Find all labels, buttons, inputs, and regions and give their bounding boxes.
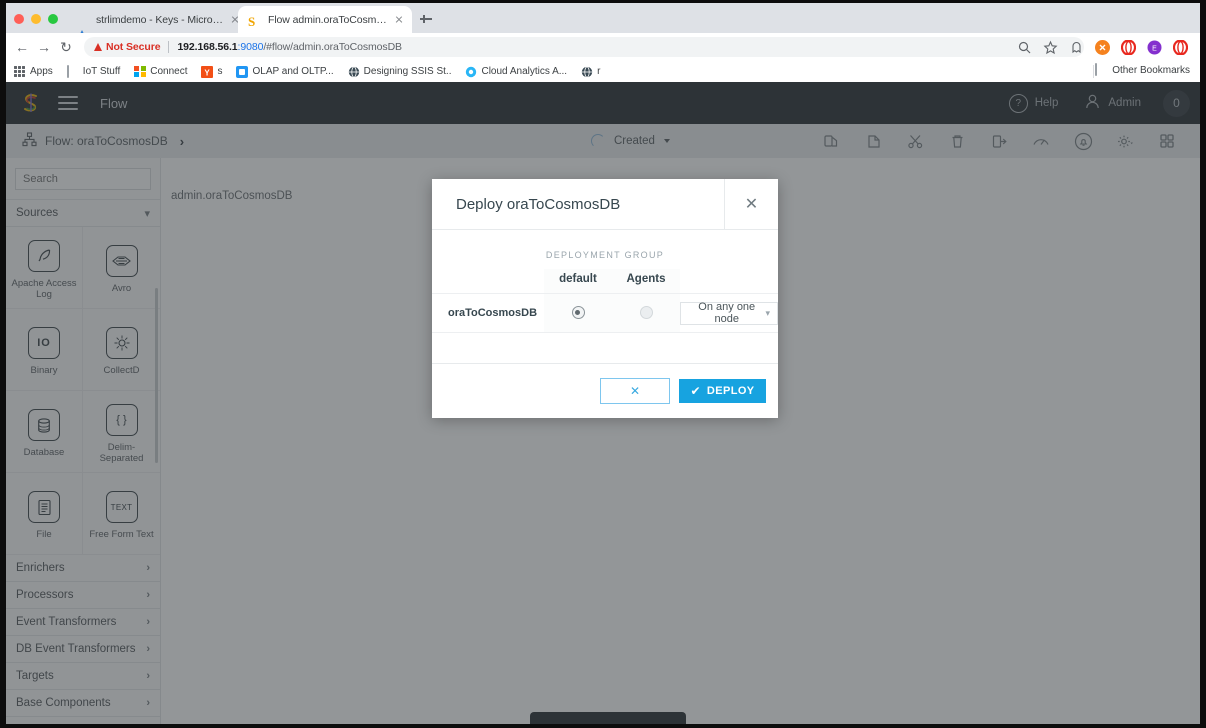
bookmark-item-apps[interactable]: Apps <box>14 65 53 78</box>
back-button[interactable]: ← <box>14 39 30 55</box>
deploy-button-label: DEPLOY <box>706 385 755 397</box>
table-row: oraToCosmosDB On any one node ▾ <box>432 293 778 333</box>
bookmark-label: r <box>597 66 601 77</box>
bookmark-item-iot-stuff[interactable]: IoT Stuff <box>66 64 121 78</box>
omnibox-divider <box>168 41 170 53</box>
browser-tab-active[interactable]: S Flow admin.oraToCosmosDB <box>238 6 412 33</box>
dialog-header: Deploy oraToCosmosDB ✕ <box>432 179 778 230</box>
deploy-dialog: Deploy oraToCosmosDB ✕ DEPLOYMENT GROUP … <box>432 179 778 418</box>
globe-icon <box>581 65 593 78</box>
tab-close-icon[interactable] <box>392 13 406 27</box>
apps-grid-icon <box>14 65 26 78</box>
profile-avatar[interactable]: E <box>1147 40 1162 55</box>
window-traffic-lights[interactable] <box>14 14 58 24</box>
bookmark-star-icon[interactable] <box>1043 40 1058 55</box>
column-header-default: default <box>544 269 612 294</box>
not-secure-label: Not Secure <box>106 41 161 53</box>
bookmark-item-connect[interactable]: Connect <box>134 65 188 78</box>
other-bookmarks-label: Other Bookmarks <box>1112 64 1190 76</box>
tab-title: Flow admin.oraToCosmosDB <box>268 13 392 26</box>
extension-ghost-icon[interactable] <box>1069 40 1084 55</box>
bookmark-label: Connect <box>150 66 188 77</box>
tab-title: strlimdemo - Keys - Microsoft <box>96 13 228 26</box>
bookmark-label: Cloud Analytics A... <box>481 66 568 77</box>
screen-root: strlimdemo - Keys - Microsoft S Flow adm… <box>0 0 1206 728</box>
chevron-down-icon: ▾ <box>765 307 770 318</box>
dialog-body: DEPLOYMENT GROUP default Agents oraToCos… <box>432 230 778 363</box>
reload-button[interactable]: ↻ <box>58 39 74 55</box>
cyan-circle-icon <box>465 66 477 78</box>
address-bar[interactable]: Not Secure 192.168.56.1:9080/#flow/admin… <box>84 37 1084 57</box>
url-path: /#flow/admin.oraToCosmosDB <box>263 41 402 53</box>
extension-orange-icon[interactable] <box>1095 39 1110 55</box>
svg-text:Y: Y <box>205 68 211 77</box>
bookmark-item-r[interactable]: r <box>581 65 601 78</box>
check-icon: ✔ <box>690 384 701 398</box>
azure-icon <box>76 12 90 42</box>
globe-icon <box>348 65 360 78</box>
other-bookmarks-button[interactable]: Other Bookmarks <box>1095 63 1190 76</box>
browser-tab-inactive[interactable]: strlimdemo - Keys - Microsoft <box>66 6 248 42</box>
url-port: :9080 <box>237 41 264 53</box>
row-app-name: oraToCosmosDB <box>432 293 544 333</box>
browser-tabstrip: strlimdemo - Keys - Microsoft S Flow adm… <box>6 3 1200 42</box>
new-tab-button[interactable] <box>418 11 434 27</box>
opera-icon[interactable] <box>1120 38 1137 56</box>
bookmark-item-cloud-analytics[interactable]: Cloud Analytics A... <box>465 66 567 78</box>
microsoft-icon <box>134 65 146 78</box>
radio-default[interactable] <box>571 306 585 320</box>
browser-toolbar: ← → ↻ Not Secure 192.168.56.1:9080/#flow… <box>6 33 1200 61</box>
bookmarks-divider <box>1093 65 1094 78</box>
radio-cell-default[interactable] <box>544 293 612 333</box>
forward-button[interactable]: → <box>36 39 52 55</box>
dialog-footer: ✕ ✔ DEPLOY <box>432 363 778 418</box>
url-text: 192.168.56.1:9080/#flow/admin.oraToCosmo… <box>177 41 402 53</box>
window-border-right <box>1200 0 1206 728</box>
dialog-title: Deploy oraToCosmosDB <box>456 195 621 213</box>
folder-icon <box>1095 63 1107 76</box>
minimize-window-button[interactable] <box>31 14 41 24</box>
node-distribution-value: On any one node <box>698 301 756 325</box>
bookmark-item-ssis[interactable]: Designing SSIS St.. <box>348 65 452 78</box>
empty-header <box>680 269 778 294</box>
deploy-button[interactable]: ✔ DEPLOY <box>679 379 766 403</box>
bookmarks-bar: Apps IoT Stuff Connect Y s OLAP and OLTP… <box>6 61 1200 82</box>
bookmark-item-olap[interactable]: OLAP and OLTP... <box>236 65 334 78</box>
bookmark-label: OLAP and OLTP... <box>252 66 334 77</box>
application-viewport: Flow ? Help Admin 0 <box>6 82 1200 724</box>
deployment-group-table: default Agents oraToCosmosDB On any one … <box>432 269 778 333</box>
node-select-cell[interactable]: On any one node ▾ <box>680 293 778 333</box>
blue-doc-icon <box>236 65 249 78</box>
bookmark-label: s <box>217 66 223 77</box>
bookmark-label: Designing SSIS St.. <box>363 66 452 77</box>
warning-triangle-icon <box>94 43 102 51</box>
maximize-window-button[interactable] <box>48 14 58 24</box>
cancel-button[interactable]: ✕ <box>600 378 670 404</box>
node-distribution-select[interactable]: On any one node ▾ <box>680 301 778 325</box>
deployment-group-label: DEPLOYMENT GROUP <box>545 250 665 260</box>
striim-icon: S <box>248 13 256 29</box>
svg-text:E: E <box>1152 45 1157 52</box>
window-border-bottom <box>0 724 1206 728</box>
yahoo-icon: Y <box>201 65 214 78</box>
zoom-search-icon[interactable] <box>1017 40 1032 55</box>
close-icon[interactable]: ✕ <box>724 179 778 229</box>
table-header-row: default Agents <box>432 269 778 294</box>
bookmark-label: IoT Stuff <box>82 66 121 77</box>
radio-agents[interactable] <box>639 306 653 320</box>
bookmark-item-yahoo[interactable]: Y s <box>201 65 223 78</box>
column-header-agents: Agents <box>612 269 680 294</box>
folder-icon <box>66 64 79 78</box>
opera-menu-icon[interactable] <box>1172 38 1189 56</box>
empty-header <box>432 269 544 294</box>
url-host: 192.168.56.1 <box>177 41 238 53</box>
close-window-button[interactable] <box>14 14 24 24</box>
bookmark-label: Apps <box>30 66 53 77</box>
omnibox-extension-icons: E <box>1017 37 1189 57</box>
radio-cell-agents[interactable] <box>612 293 680 333</box>
